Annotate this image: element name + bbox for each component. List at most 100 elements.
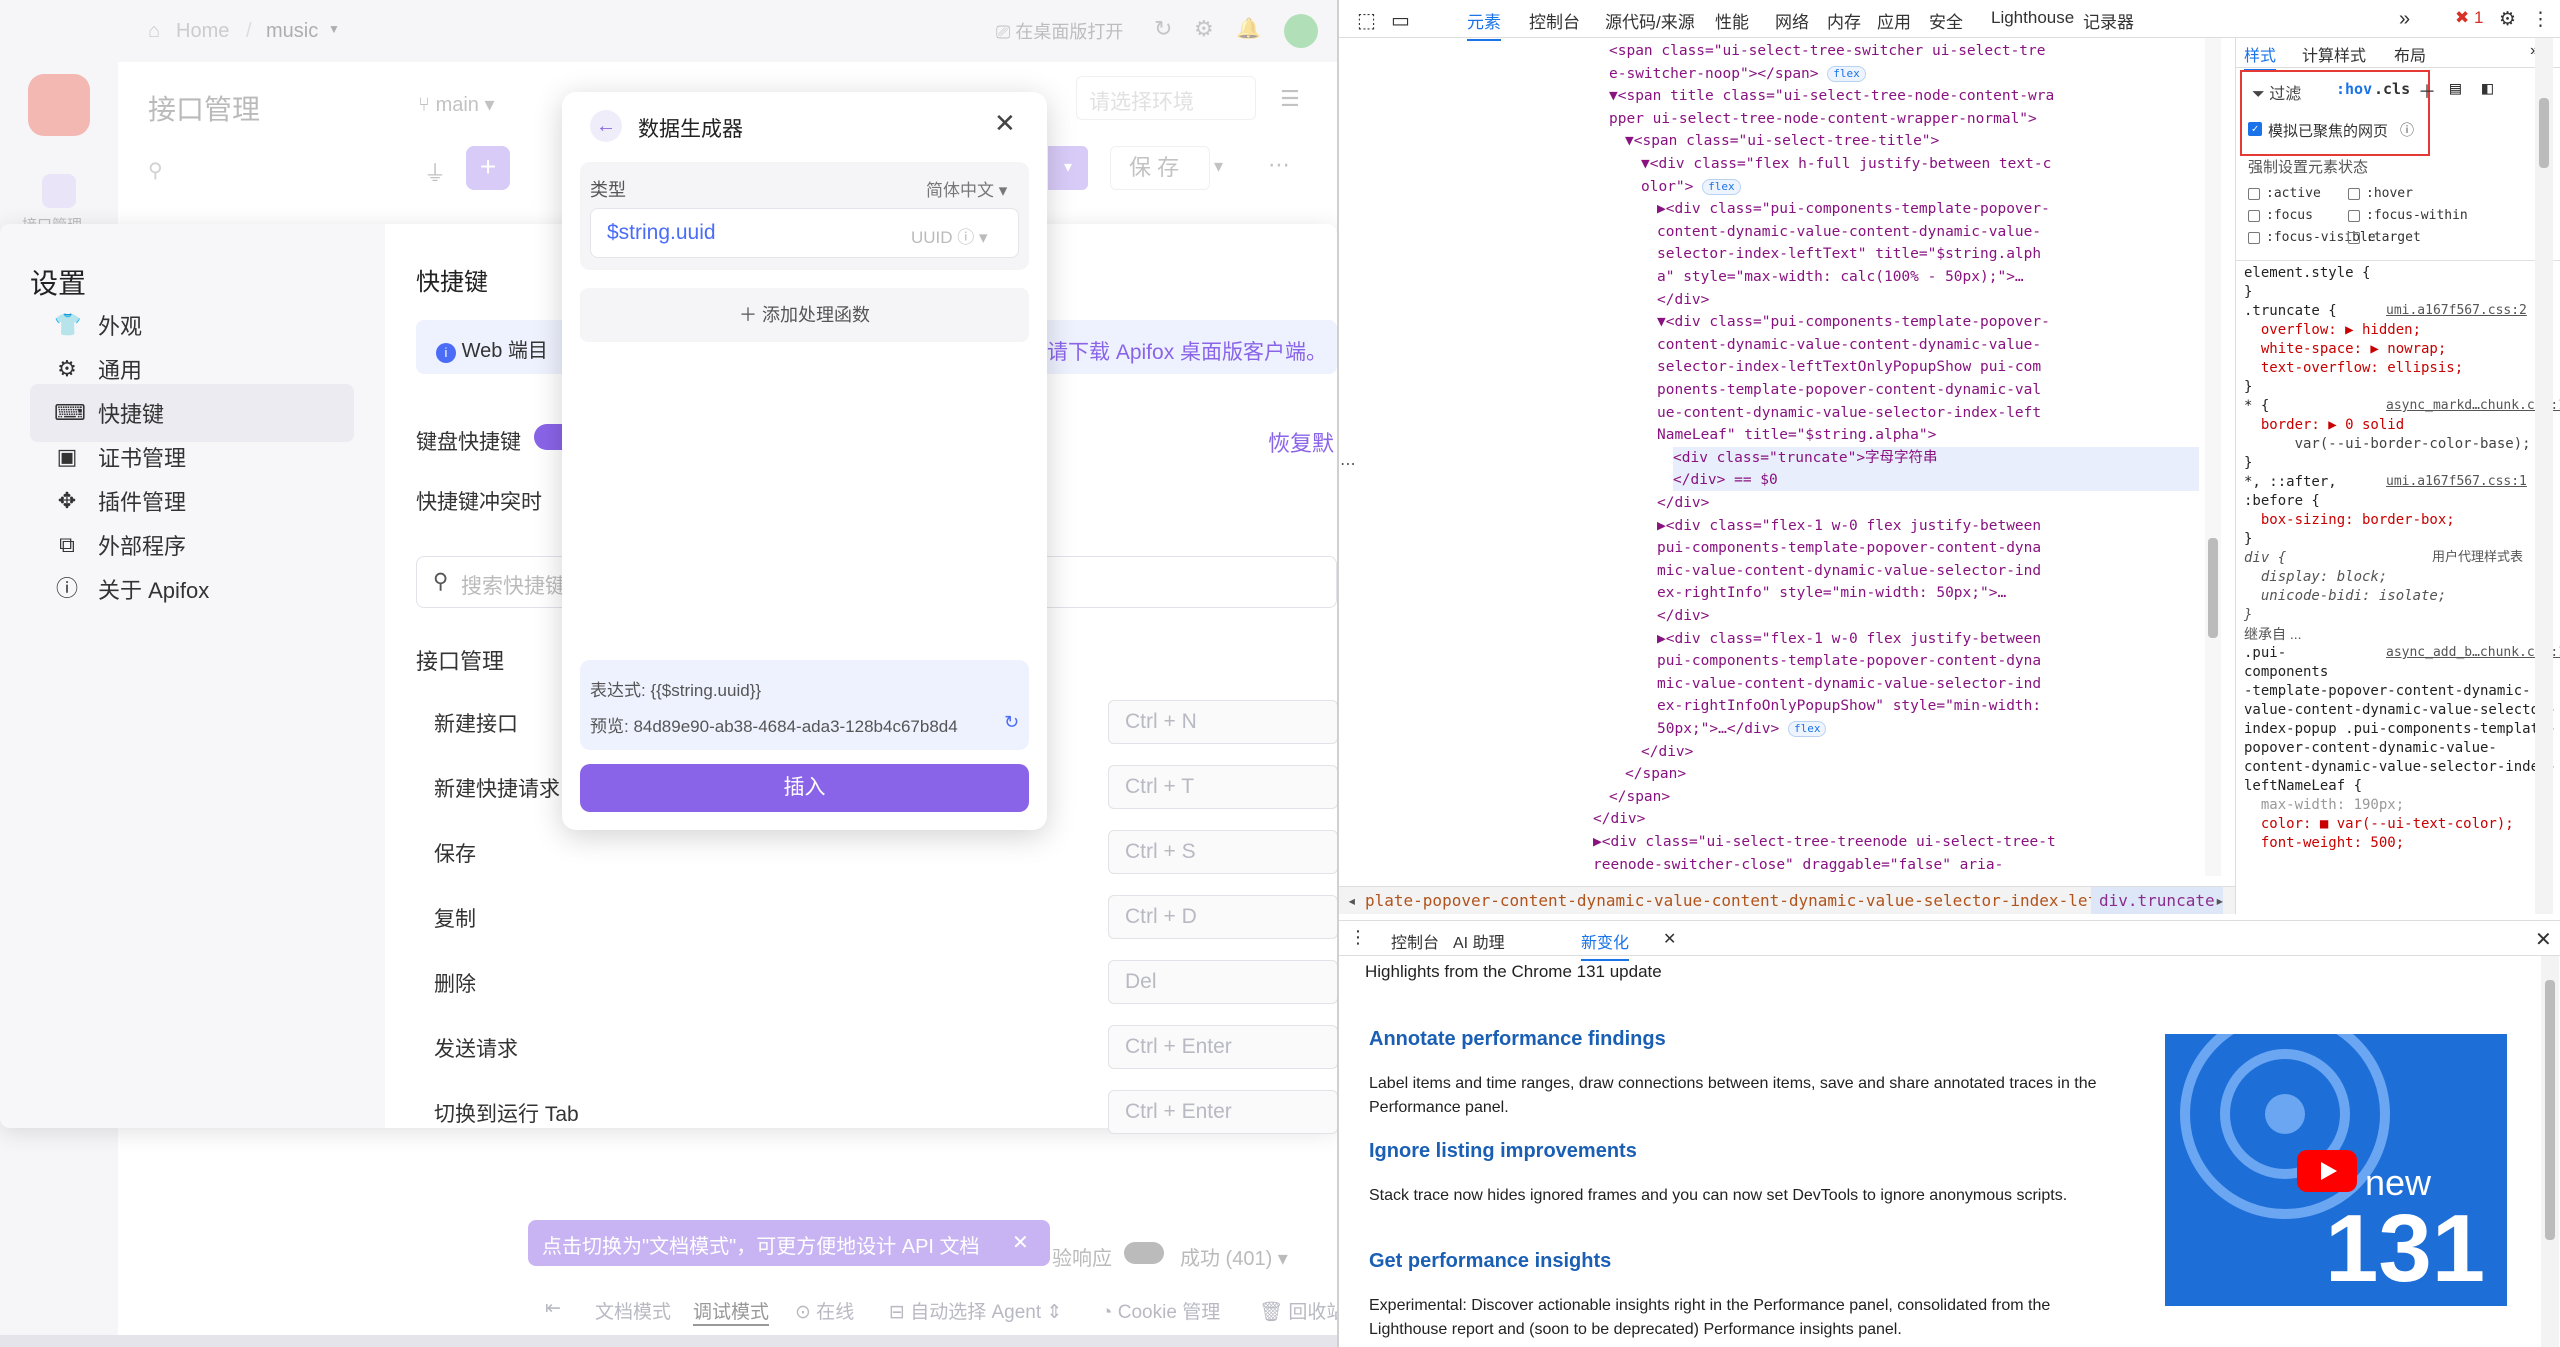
style-rule-line[interactable]: max-width: 190px;	[2244, 796, 2404, 814]
style-rule-line[interactable]: var(--ui-border-color-base);	[2244, 435, 2531, 453]
style-rule-line[interactable]: index-popup .pui-components-template-	[2244, 720, 2556, 738]
styles-scrollbar[interactable]	[2535, 38, 2553, 914]
style-rule-line[interactable]: display: block;	[2244, 568, 2387, 586]
dom-node-line[interactable]: pui-components-template-popover-content-…	[1657, 537, 2041, 559]
styles-subtab[interactable]: 计算样式	[2302, 42, 2366, 66]
cls-toggle[interactable]: .cls	[2374, 80, 2410, 98]
ellipsis-icon[interactable]: ⋯	[1340, 454, 1356, 474]
style-rule-line[interactable]: components	[2244, 663, 2328, 681]
devtools-tab[interactable]: 记录器	[2083, 8, 2134, 33]
style-source-link[interactable]: async_add_b…chunk.css:1	[2386, 644, 2560, 662]
style-rule-line[interactable]: .truncate {	[2244, 302, 2337, 320]
style-rule-line[interactable]: * {	[2244, 397, 2269, 415]
style-rule-line[interactable]: element.style {	[2244, 264, 2370, 282]
style-rule-line[interactable]: white-space: ▶ nowrap;	[2244, 340, 2446, 358]
style-rule-line[interactable]: overflow: ▶ hidden;	[2244, 321, 2421, 339]
flex-badge[interactable]: flex	[1787, 721, 1827, 737]
avatar[interactable]	[1284, 14, 1318, 48]
devtools-tab[interactable]: 应用	[1877, 8, 1911, 33]
dom-node-line[interactable]: selector-index-leftText" title="$string.…	[1657, 243, 2041, 265]
dom-node-line[interactable]: ▶<div class="ui-select-tree-treenode ui-…	[1593, 831, 2056, 853]
scroll-left-icon[interactable]: ◂	[1347, 891, 1357, 910]
response-status[interactable]: 成功 (401) ▾	[1180, 1242, 1288, 1271]
bell-icon[interactable]: 🔔	[1236, 16, 1261, 41]
style-rule-line[interactable]: leftNameLeaf {	[2244, 777, 2362, 795]
style-rule-line[interactable]: color: ■ var(--ui-text-color);	[2244, 815, 2514, 833]
devtools-tab[interactable]: 网络	[1775, 8, 1809, 33]
doc-mode-tab[interactable]: 文档模式	[595, 1297, 671, 1324]
dom-node-line[interactable]: </div>	[1657, 289, 1709, 311]
style-source-link[interactable]: umi.a167f567.css:1	[2386, 473, 2527, 491]
flex-badge[interactable]: flex	[1827, 65, 1866, 82]
app-logo[interactable]	[28, 74, 90, 136]
add-button[interactable]: +	[466, 146, 510, 190]
styles-subtab[interactable]: 布局	[2394, 42, 2426, 66]
refresh-icon[interactable]: ↻	[1154, 16, 1172, 42]
home-icon[interactable]: ⌂	[148, 20, 160, 43]
open-desktop-button[interactable]: ⎚ 在桌面版打开	[996, 18, 1123, 44]
insert-button[interactable]: 插入	[580, 764, 1029, 812]
style-rule-line[interactable]: content-dynamic-value-selector-index-	[2244, 758, 2556, 776]
dom-node-line[interactable]: ex-rightInfo" style="min-width: 50px;">…	[1657, 582, 2006, 604]
drawer-tab[interactable]: AI 助理	[1453, 929, 1505, 953]
state-checkbox[interactable]	[2248, 210, 2260, 222]
collapse-icon[interactable]: ⇤	[545, 1297, 561, 1320]
devtools-tab[interactable]: 内存	[1827, 8, 1861, 33]
style-rule-line[interactable]: border: ▶ 0 solid	[2244, 416, 2404, 434]
devtools-tab[interactable]: 安全	[1929, 8, 1963, 33]
more-icon[interactable]: ⋯	[1268, 152, 1290, 178]
shortcut-keys-input[interactable]: Ctrl + T	[1108, 765, 1337, 809]
debug-mode-tab[interactable]: 调试模式	[693, 1297, 770, 1326]
dom-node-line[interactable]: NameLeaf" title="$string.alpha">	[1657, 424, 1936, 446]
close-tab-icon[interactable]: ✕	[1663, 929, 1676, 949]
dom-node-line[interactable]: pui-components-template-popover-content-…	[1657, 650, 2041, 672]
new-rule-icon[interactable]: ＋	[2418, 78, 2436, 104]
more-tabs-icon[interactable]: »	[2399, 8, 2410, 31]
dom-node-line[interactable]: </div>	[1641, 741, 1693, 763]
dom-node-line[interactable]: </span>	[1609, 786, 1670, 808]
style-rule-line[interactable]: box-sizing: border-box;	[2244, 511, 2455, 529]
dom-node-line[interactable]: ue-content-dynamic-value-selector-index-…	[1657, 402, 2041, 424]
shortcut-keys-input[interactable]: Ctrl + S	[1108, 830, 1337, 874]
filter-input[interactable]: ⏷ 过滤	[2252, 80, 2301, 104]
dom-node-line[interactable]: ponents-template-popover-content-dynamic…	[1657, 379, 2041, 401]
scrollbar-thumb[interactable]	[2208, 538, 2218, 638]
close-icon[interactable]: ✕	[994, 108, 1016, 139]
help-icon[interactable]: ⓘ	[2400, 120, 2414, 140]
agent-select[interactable]: ⊟ 自动选择 Agent ⇕	[889, 1297, 1062, 1324]
validate-toggle[interactable]	[1124, 1242, 1164, 1264]
style-rule-line[interactable]: .pui-	[2244, 644, 2286, 662]
dom-node-line[interactable]: selector-index-leftTextOnlyPopupShow pui…	[1657, 356, 2041, 378]
shortcut-keys-input[interactable]: Ctrl + Enter	[1108, 1025, 1337, 1069]
state-checkbox[interactable]	[2348, 210, 2360, 222]
dom-node-line[interactable]: 50px;">…</div> flex	[1657, 718, 1827, 740]
whats-new-item-title[interactable]: Get performance insights	[1369, 1250, 1611, 1273]
scrollbar-thumb[interactable]	[2539, 98, 2549, 168]
style-rule-line[interactable]: unicode-bidi: isolate;	[2244, 587, 2446, 605]
send-dropdown-icon[interactable]: ▾	[1048, 146, 1088, 190]
style-source-link[interactable]: 用户代理样式表	[2432, 549, 2523, 567]
style-rule-line[interactable]: *, ::after,	[2244, 473, 2337, 491]
dom-node-line[interactable]: ▶<div class="flex-1 w-0 flex justify-bet…	[1657, 628, 2041, 650]
style-rule-line[interactable]: popover-content-dynamic-value-	[2244, 739, 2497, 757]
devtools-tab[interactable]: 控制台	[1529, 8, 1580, 33]
dom-node-line[interactable]: olor"> flex	[1641, 176, 1741, 198]
dom-node-line[interactable]: </div>	[1657, 492, 1709, 514]
menu-icon[interactable]: ☰	[1280, 86, 1300, 112]
devtools-tab[interactable]: 源代码/来源	[1605, 8, 1695, 33]
dom-node-line[interactable]: ex-rightInfoOnlyPopupShow" style="min-wi…	[1657, 695, 2041, 717]
type-input[interactable]: $string.uuid UUID ⓘ ▾	[590, 208, 1019, 258]
dom-node-line[interactable]: </div> == $0	[1673, 469, 2199, 492]
restore-default-link[interactable]: 恢复默	[1268, 426, 1334, 458]
devtools-tab[interactable]: Lighthouse	[1991, 8, 2074, 28]
env-select[interactable]: 请选择环境	[1076, 76, 1256, 120]
device-toolbar-icon[interactable]: ▭	[1391, 8, 1410, 33]
styles-subtab[interactable]: 样式	[2244, 42, 2277, 71]
refresh-icon[interactable]: ↻	[1004, 712, 1019, 733]
drawer-tab[interactable]: 控制台	[1391, 929, 1439, 953]
branch-selector[interactable]: ⑂ main ▾	[418, 92, 495, 117]
inspect-icon[interactable]: ⬚	[1357, 8, 1376, 33]
paint-icon[interactable]: ▤	[2450, 78, 2461, 99]
scrollbar-thumb[interactable]	[2545, 980, 2555, 1240]
devtools-tab[interactable]: 性能	[1715, 8, 1749, 33]
